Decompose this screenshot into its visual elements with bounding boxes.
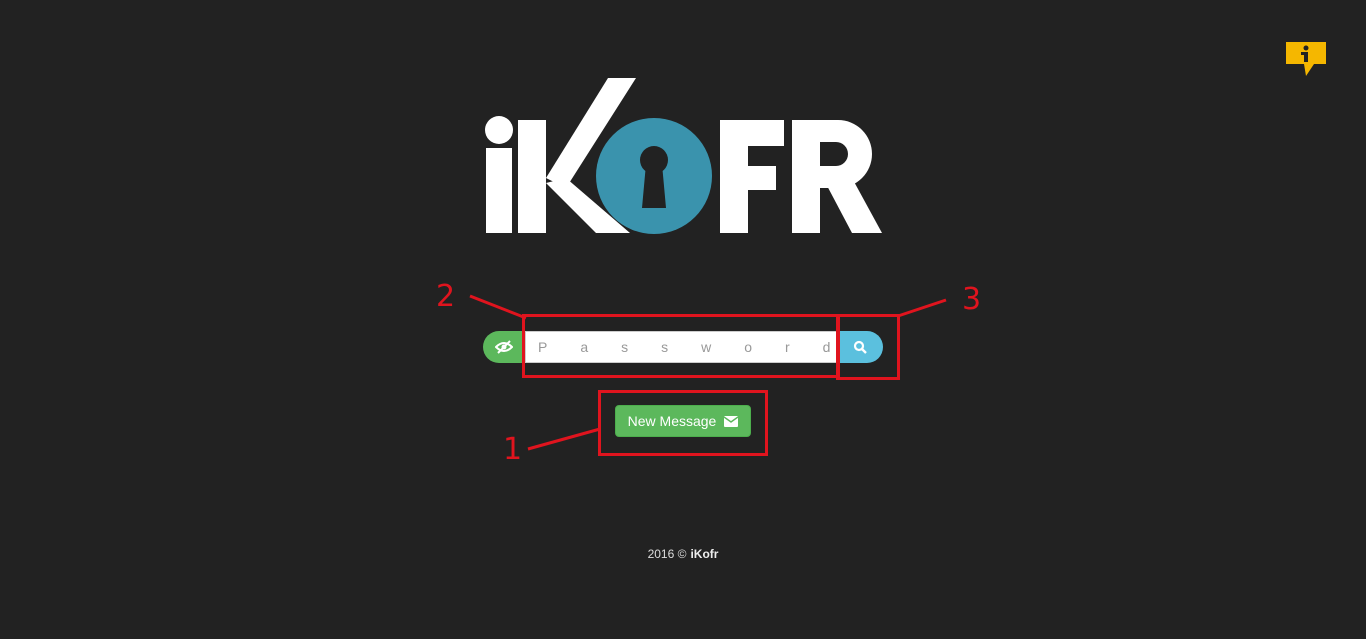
page: New Message 2 3 1 2016 © iKofr <box>0 0 1366 639</box>
annotation-box-2 <box>522 314 840 378</box>
annotation-box-1 <box>598 390 768 456</box>
annotation-number-3: 3 <box>962 282 982 317</box>
annotation-box-3 <box>836 314 900 380</box>
footer: 2016 © iKofr <box>0 547 1366 561</box>
info-icon[interactable] <box>1286 42 1326 76</box>
annotation-number-2: 2 <box>436 279 456 314</box>
eye-slash-icon[interactable] <box>483 331 525 363</box>
annotation-number-1: 1 <box>503 432 523 467</box>
footer-brand: iKofr <box>690 547 719 561</box>
ikofr-logo <box>480 78 886 238</box>
footer-year: 2016 © <box>647 547 687 561</box>
